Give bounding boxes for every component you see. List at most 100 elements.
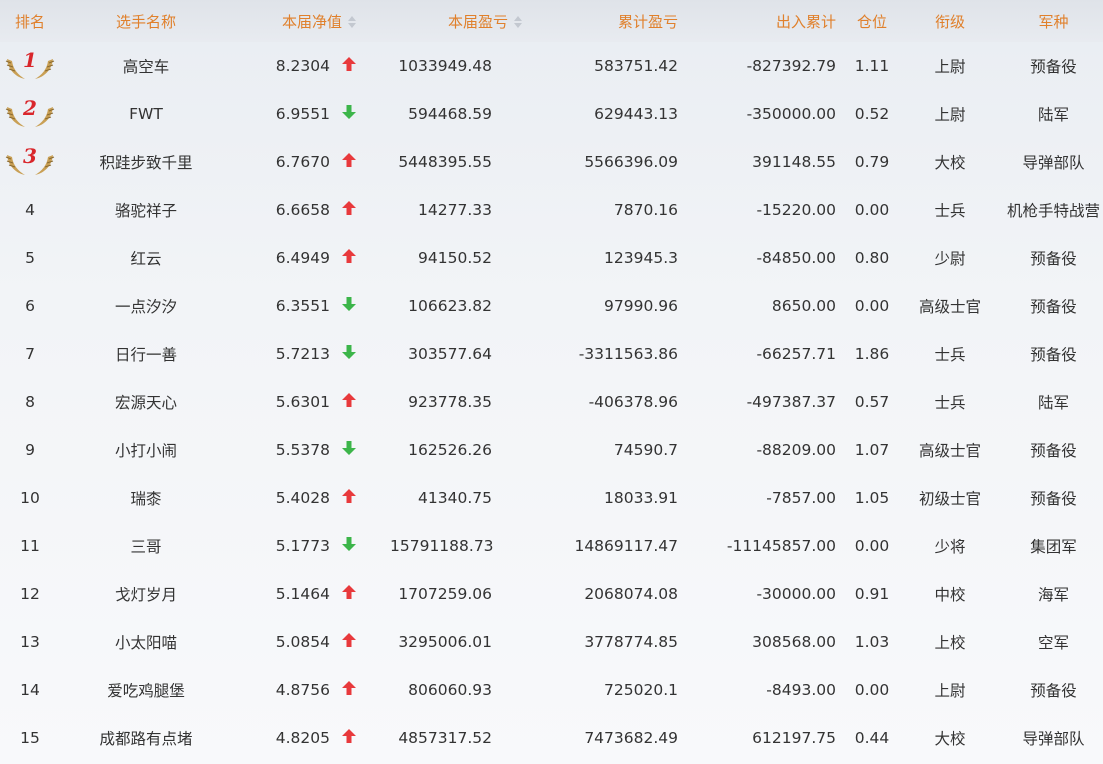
pl-value: 1707259.06 <box>398 585 492 603</box>
arrow-up-icon <box>342 681 356 695</box>
nav-value: 6.6658 <box>275 201 330 219</box>
player-name[interactable]: FWT <box>60 90 232 138</box>
table-row[interactable]: 1 高空车 8.2304 1033949.48 583751.42 -82739… <box>0 42 1103 90</box>
table-row[interactable]: 8 宏源天心 5.6301 923778.35 -406378.96 -4973… <box>0 378 1103 426</box>
player-name-text[interactable]: 小太阳喵 <box>115 634 177 652</box>
nav-wrap: 6.4949 <box>276 249 356 267</box>
player-name[interactable]: 日行一善 <box>60 330 232 378</box>
pos-value: 0.00 <box>854 297 890 315</box>
player-name[interactable]: 三哥 <box>60 522 232 570</box>
pl-cell: 162526.26 <box>390 426 530 474</box>
table-row[interactable]: 14 爱吃鸡腿堡 4.8756 806060.93 725020.1 -8493… <box>0 666 1103 714</box>
header-pl-label[interactable]: 本届盈亏 <box>448 13 508 31</box>
arm-value: 集团军 <box>1030 538 1077 556</box>
pos-cell: 1.03 <box>836 618 896 666</box>
table-row[interactable]: 13 小太阳喵 5.0854 3295006.01 3778774.85 308… <box>0 618 1103 666</box>
cum-value: 14869117.47 <box>574 537 678 555</box>
player-name[interactable]: 小打小闹 <box>60 426 232 474</box>
player-name[interactable]: 骆驼祥子 <box>60 186 232 234</box>
player-name[interactable]: 积跬步致千里 <box>60 138 232 186</box>
pos-value: 1.11 <box>854 57 890 75</box>
header-nav[interactable]: 本届净值 <box>232 0 390 42</box>
player-name-text[interactable]: 红云 <box>130 250 161 268</box>
header-name-label: 选手名称 <box>115 12 176 31</box>
rank-number: 13 <box>20 633 40 651</box>
pl-cell: 3295006.01 <box>390 618 530 666</box>
table-row[interactable]: 4 骆驼祥子 6.6658 14277.33 7870.16 -15220.00… <box>0 186 1103 234</box>
player-name-text[interactable]: 骆驼祥子 <box>115 202 177 220</box>
player-name[interactable]: 一点汐汐 <box>60 282 232 330</box>
arm-cell: 海军 <box>1004 570 1103 618</box>
player-name-text[interactable]: 高空车 <box>123 58 170 76</box>
pos-value: 0.44 <box>854 729 890 747</box>
player-name-text[interactable]: 三哥 <box>130 538 161 556</box>
arm-value: 空军 <box>1037 634 1069 652</box>
arrow-down-icon <box>342 105 356 119</box>
rank-number: 5 <box>25 249 35 267</box>
pl-value: 162526.26 <box>408 441 492 459</box>
player-name-text[interactable]: 爱吃鸡腿堡 <box>107 682 185 700</box>
table-row[interactable]: 15 成都路有点堵 4.8205 4857317.52 7473682.49 6… <box>0 714 1103 762</box>
player-name[interactable]: 宏源天心 <box>60 378 232 426</box>
cum-cell: 14869117.47 <box>530 522 678 570</box>
table-row[interactable]: 2 FWT 6.9551 594468.59 629443.13 -350000… <box>0 90 1103 138</box>
player-name[interactable]: 瑞桼 <box>60 474 232 522</box>
rank-cell: 4 <box>0 186 60 234</box>
arrow-up-icon <box>342 57 356 71</box>
pos-value: 0.52 <box>854 105 890 123</box>
arrow-up-shape <box>342 249 356 263</box>
title-value: 中校 <box>934 586 966 604</box>
player-name[interactable]: 高空车 <box>60 42 232 90</box>
sort-icon[interactable] <box>348 15 356 28</box>
table-row[interactable]: 9 小打小闹 5.5378 162526.26 74590.7 -88209.0… <box>0 426 1103 474</box>
player-name-text[interactable]: 成都路有点堵 <box>99 730 192 748</box>
arm-value: 导弹部队 <box>1022 154 1085 172</box>
table-row[interactable]: 6 一点汐汐 6.3551 106623.82 97990.96 8650.00… <box>0 282 1103 330</box>
table-row[interactable]: 7 日行一善 5.7213 303577.64 -3311563.86 -662… <box>0 330 1103 378</box>
player-name[interactable]: 爱吃鸡腿堡 <box>60 666 232 714</box>
rank-number: 7 <box>25 345 35 363</box>
player-name-text[interactable]: 积跬步致千里 <box>99 154 192 172</box>
nav-value: 5.6301 <box>275 393 330 411</box>
rank-cell: 3 <box>0 138 60 186</box>
rank-number: 11 <box>20 537 40 555</box>
player-name-text[interactable]: 小打小闹 <box>115 442 177 460</box>
arrow-up-shape <box>342 681 356 695</box>
player-name-text[interactable]: 瑞桼 <box>130 490 161 508</box>
arm-value: 预备役 <box>1030 346 1077 364</box>
pl-value: 15791188.73 <box>390 537 494 555</box>
nav-cell: 5.0854 <box>232 618 390 666</box>
rank-medal-icon: 2 <box>3 96 57 131</box>
nav-wrap: 6.9551 <box>276 105 356 123</box>
player-name[interactable]: 小太阳喵 <box>60 618 232 666</box>
rank-number: 14 <box>20 681 40 699</box>
table-row[interactable]: 12 戈灯岁月 5.1464 1707259.06 2068074.08 -30… <box>0 570 1103 618</box>
header-title: 衔级 <box>896 0 1004 42</box>
player-name[interactable]: 戈灯岁月 <box>60 570 232 618</box>
arm-value: 预备役 <box>1030 250 1077 268</box>
table-row[interactable]: 10 瑞桼 5.4028 41340.75 18033.91 -7857.00 … <box>0 474 1103 522</box>
cum-value: 97990.96 <box>604 297 678 315</box>
player-name[interactable]: 成都路有点堵 <box>60 714 232 762</box>
pl-cell: 41340.75 <box>390 474 530 522</box>
nav-wrap: 5.4028 <box>276 489 356 507</box>
player-name-text[interactable]: 日行一善 <box>115 346 177 364</box>
header-nav-label[interactable]: 本届净值 <box>282 13 342 31</box>
cum-value: 5566396.09 <box>584 153 678 171</box>
arrow-down-icon <box>342 345 356 359</box>
player-name-text[interactable]: 戈灯岁月 <box>115 586 177 604</box>
arrow-down-icon <box>342 297 356 311</box>
player-name-text[interactable]: 宏源天心 <box>115 394 177 412</box>
player-name[interactable]: 红云 <box>60 234 232 282</box>
player-name-text[interactable]: FWT <box>129 105 163 123</box>
rank-cell: 1 <box>0 42 60 90</box>
io-value: -88209.00 <box>756 441 836 459</box>
arrow-slot <box>330 441 356 459</box>
table-row[interactable]: 11 三哥 5.1773 15791188.73 14869117.47 -11… <box>0 522 1103 570</box>
player-name-text[interactable]: 一点汐汐 <box>115 298 177 316</box>
pos-value: 0.79 <box>854 153 890 171</box>
table-row[interactable]: 5 红云 6.4949 94150.52 123945.3 -84850.00 … <box>0 234 1103 282</box>
sort-icon[interactable] <box>514 15 522 28</box>
header-pl[interactable]: 本届盈亏 <box>390 0 530 42</box>
table-row[interactable]: 3 积跬步致千里 6.7670 5448395.55 5566396.09 39… <box>0 138 1103 186</box>
